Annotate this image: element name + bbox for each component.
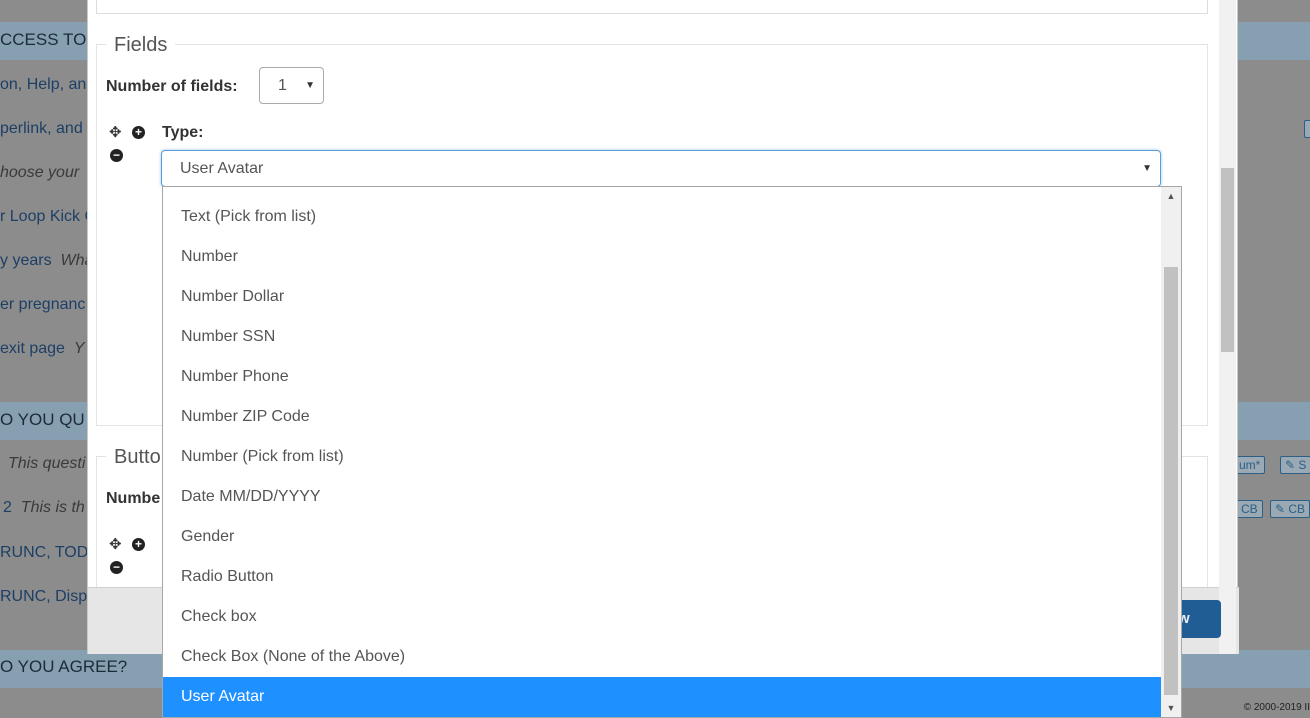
number-of-buttons-label: Numbe [106, 490, 161, 507]
scroll-up-arrow-icon[interactable]: ▲ [1161, 191, 1181, 201]
dropdown-option[interactable]: Date MM/DD/YYYY [163, 477, 1161, 517]
top-panel [96, 0, 1208, 14]
dropdown-option-selected[interactable]: User Avatar [163, 677, 1161, 717]
modal-scrollbar[interactable] [1219, 0, 1236, 654]
dropdown-scrollbar[interactable]: ▲ ▼ [1161, 187, 1181, 717]
question-link-text: exit page [0, 340, 65, 357]
type-dropdown-list[interactable]: Text (Pick from list) Number Number Doll… [162, 186, 1182, 718]
question-link[interactable]: exit page Y [0, 340, 85, 358]
dropdown-scrollbar-thumb[interactable] [1164, 267, 1178, 695]
edit-tag-button[interactable]: ✎ CB [1270, 500, 1310, 518]
question-tag[interactable]: um* [1234, 456, 1266, 474]
scrollbar-thumb[interactable] [1221, 168, 1234, 352]
dropdown-option[interactable]: Number Phone [163, 357, 1161, 397]
question-link[interactable]: perlink, and [0, 120, 83, 138]
dropdown-option[interactable]: Gender [163, 517, 1161, 557]
question-link[interactable]: RUNC, Displ [0, 588, 91, 606]
edit-tag-button[interactable]: ✎ S [1280, 456, 1310, 474]
buttons-legend: Butto [106, 446, 169, 469]
remove-circle-icon[interactable]: − [110, 149, 123, 162]
number-of-fields-select[interactable]: 1 ▼ [259, 67, 324, 104]
question-tag[interactable] [1304, 120, 1310, 138]
dropdown-option[interactable]: Number SSN [163, 317, 1161, 357]
dropdown-option[interactable]: Radio Button [163, 557, 1161, 597]
dropdown-option[interactable]: Check Box (None of the Above) [163, 637, 1161, 677]
type-select-value: User Avatar [180, 160, 264, 177]
dropdown-option[interactable]: Number ZIP Code [163, 397, 1161, 437]
question-link[interactable]: RUNC, TODA [0, 544, 99, 562]
type-label: Type: [162, 124, 204, 141]
move-icon[interactable]: ✥ [109, 537, 122, 552]
question-number: 2 [3, 499, 12, 516]
question-link-text: y years [0, 252, 52, 269]
dropdown-option[interactable]: Check box [163, 597, 1161, 637]
copyright-footer: © 2000-2019 II [1243, 702, 1310, 713]
scroll-down-arrow-icon[interactable]: ▼ [1161, 703, 1181, 713]
question-link[interactable]: r Loop Kick C [0, 208, 96, 226]
question-text: This questi [8, 455, 86, 472]
dropdown-option[interactable]: Number [163, 237, 1161, 277]
dropdown-option[interactable]: Number (Pick from list) [163, 437, 1161, 477]
question-link[interactable]: 2 This is th [3, 499, 85, 517]
move-icon[interactable]: ✥ [109, 125, 122, 140]
dropdown-option[interactable]: Number Dollar [163, 277, 1161, 317]
question-italic-text: This is th [20, 499, 85, 516]
question-tag[interactable]: CB [1236, 500, 1263, 518]
number-of-fields-value: 1 [278, 77, 287, 94]
question-italic-text: Y [73, 340, 85, 357]
type-select[interactable]: User Avatar ▼ [161, 150, 1161, 187]
question-link[interactable]: on, Help, and [0, 76, 95, 94]
remove-circle-icon[interactable]: − [110, 561, 123, 574]
chevron-down-icon: ▼ [305, 80, 315, 91]
add-circle-icon[interactable]: + [132, 538, 145, 551]
dropdown-option[interactable]: Text (Pick from list) [163, 197, 1161, 237]
question-link[interactable]: y years Wha [0, 252, 93, 270]
add-circle-icon[interactable]: + [132, 126, 145, 139]
fields-legend: Fields [106, 34, 176, 57]
number-of-fields-label: Number of fields: [106, 78, 238, 95]
question-link[interactable]: er pregnanc [0, 296, 85, 314]
question-text: hoose your [0, 164, 80, 181]
chevron-down-icon: ▼ [1142, 163, 1152, 174]
